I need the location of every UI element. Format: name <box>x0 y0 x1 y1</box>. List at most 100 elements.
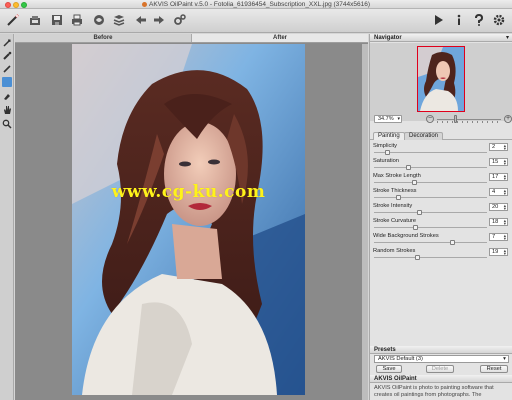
navigator-thumbnail[interactable] <box>417 46 465 112</box>
canvas-scrollbar[interactable] <box>362 44 368 400</box>
tab-painting[interactable]: Painting <box>373 132 405 140</box>
param-label: Simplicity <box>373 143 398 149</box>
param-slider[interactable] <box>374 242 487 243</box>
delete-preset-button[interactable]: Delete <box>426 365 454 373</box>
spin-arrows-icon[interactable]: ▴ ▾ <box>504 248 506 256</box>
navigator-preview[interactable] <box>370 43 512 121</box>
color-swatch[interactable] <box>2 77 12 87</box>
print-icon[interactable] <box>70 13 84 27</box>
presets-header: Presets <box>370 346 512 354</box>
magic-wand-icon[interactable] <box>6 13 20 27</box>
spin-arrows-icon[interactable]: ▴ ▾ <box>504 173 506 181</box>
param-saturation: Saturation 15 ▴ ▾ <box>370 157 512 172</box>
param-label: Stroke Curvature <box>373 218 416 224</box>
pencil-icon[interactable] <box>2 64 12 74</box>
param-label: Stroke Thickness <box>373 188 417 194</box>
zoom-slider[interactable] <box>437 119 501 120</box>
redo-icon[interactable] <box>152 13 166 27</box>
param-slider-handle[interactable] <box>449 240 455 245</box>
param-label: Stroke Intensity <box>373 203 413 209</box>
image-canvas-area: Before After www.cg-ku.com <box>15 34 368 400</box>
param-value: 19 <box>492 249 499 255</box>
zoom-value: 34.7% <box>378 116 394 122</box>
painted-image[interactable]: www.cg-ku.com <box>72 44 305 395</box>
spin-arrows-icon[interactable]: ▴ ▾ <box>504 233 506 241</box>
param-slider-handle[interactable] <box>415 255 421 260</box>
direction-icon[interactable] <box>2 38 12 48</box>
akvis-app-icon <box>141 1 147 7</box>
akvis-logo-icon[interactable] <box>432 13 446 27</box>
param-label: Wide Background Strokes <box>373 233 439 239</box>
zoom-slider-handle[interactable] <box>454 115 457 123</box>
run-processing-icon[interactable] <box>173 13 187 27</box>
tab-before[interactable]: Before <box>15 34 191 42</box>
param-value-field[interactable]: 2 ▴ ▾ <box>489 143 508 151</box>
param-value: 4 <box>492 189 496 195</box>
param-slider-handle[interactable] <box>411 180 417 185</box>
presets-title: Presets <box>374 347 396 353</box>
param-value-field[interactable]: 4 ▴ ▾ <box>489 188 508 196</box>
save-preset-button[interactable]: Save <box>376 365 402 373</box>
zoom-ticks <box>437 121 501 123</box>
brush-icon[interactable] <box>2 51 12 61</box>
param-value-field[interactable]: 17 ▴ ▾ <box>489 173 508 181</box>
about-header: AKVIS OilPaint <box>370 375 512 383</box>
spin-arrows-icon[interactable]: ▴ ▾ <box>504 158 506 166</box>
param-slider[interactable] <box>374 212 487 213</box>
param-slider-handle[interactable] <box>395 195 401 200</box>
param-value-field[interactable]: 19 ▴ ▾ <box>489 248 508 256</box>
chevron-down-icon: ▾ <box>503 356 506 362</box>
param-value-field[interactable]: 15 ▴ ▾ <box>489 158 508 166</box>
hand-icon[interactable] <box>2 105 12 115</box>
save-image-icon[interactable] <box>50 13 64 27</box>
main-toolbar <box>0 9 512 33</box>
param-slider[interactable] <box>374 152 487 153</box>
param-value: 15 <box>492 159 499 165</box>
param-simplicity: Simplicity 2 ▴ ▾ <box>370 142 512 157</box>
param-value-field[interactable]: 18 ▴ ▾ <box>489 218 508 226</box>
tab-decoration[interactable]: Decoration <box>404 132 444 140</box>
share-icon[interactable] <box>92 13 106 27</box>
undo-icon[interactable] <box>134 13 148 27</box>
tool-strip <box>0 34 14 400</box>
spin-arrows-icon[interactable]: ▴ ▾ <box>504 188 506 196</box>
param-slider[interactable] <box>374 182 487 183</box>
param-value-field[interactable]: 7 ▴ ▾ <box>489 233 508 241</box>
batch-icon[interactable] <box>112 13 126 27</box>
info-icon[interactable] <box>452 13 466 27</box>
about-title: AKVIS OilPaint <box>374 376 417 382</box>
navigator-header[interactable]: Navigator ▾ <box>370 34 512 42</box>
param-label: Max Stroke Length <box>373 173 421 179</box>
chevron-down-icon: ▾ <box>505 35 509 41</box>
parameter-tabs: Painting Decoration <box>370 131 512 140</box>
param-slider[interactable] <box>374 197 487 198</box>
param-value: 2 <box>492 144 496 150</box>
open-image-icon[interactable] <box>28 13 42 27</box>
param-slider[interactable] <box>374 227 487 228</box>
reset-preset-button[interactable]: Reset <box>480 365 508 373</box>
view-tabs: Before After <box>15 34 368 43</box>
help-icon[interactable] <box>472 13 486 27</box>
param-max-stroke-length: Max Stroke Length 17 ▴ ▾ <box>370 172 512 187</box>
param-value: 20 <box>492 204 499 210</box>
zoom-icon[interactable] <box>2 119 12 129</box>
param-slider[interactable] <box>374 167 487 168</box>
param-slider-handle[interactable] <box>384 150 390 155</box>
spin-arrows-icon[interactable]: ▴ ▾ <box>504 143 506 151</box>
zoom-select[interactable]: 34.7% ▾ <box>374 115 402 123</box>
preset-dropdown[interactable]: AKVIS Default (3) ▾ <box>374 355 509 363</box>
window-title-text: AKVIS OilPaint v.5.0 - Fotolia_61936454_… <box>148 1 371 8</box>
zoom-in-button[interactable]: + <box>504 115 512 123</box>
preferences-icon[interactable] <box>492 13 506 27</box>
param-slider-handle[interactable] <box>417 210 423 215</box>
param-slider[interactable] <box>374 257 487 258</box>
spin-arrows-icon[interactable]: ▴ ▾ <box>504 218 506 226</box>
zoom-out-button[interactable]: − <box>426 115 434 123</box>
tab-after[interactable]: After <box>191 34 368 42</box>
param-label: Saturation <box>373 158 399 164</box>
param-slider-handle[interactable] <box>412 225 418 230</box>
param-value-field[interactable]: 20 ▴ ▾ <box>489 203 508 211</box>
param-slider-handle[interactable] <box>406 165 412 170</box>
spin-arrows-icon[interactable]: ▴ ▾ <box>504 203 506 211</box>
eraser-icon[interactable] <box>2 91 12 101</box>
